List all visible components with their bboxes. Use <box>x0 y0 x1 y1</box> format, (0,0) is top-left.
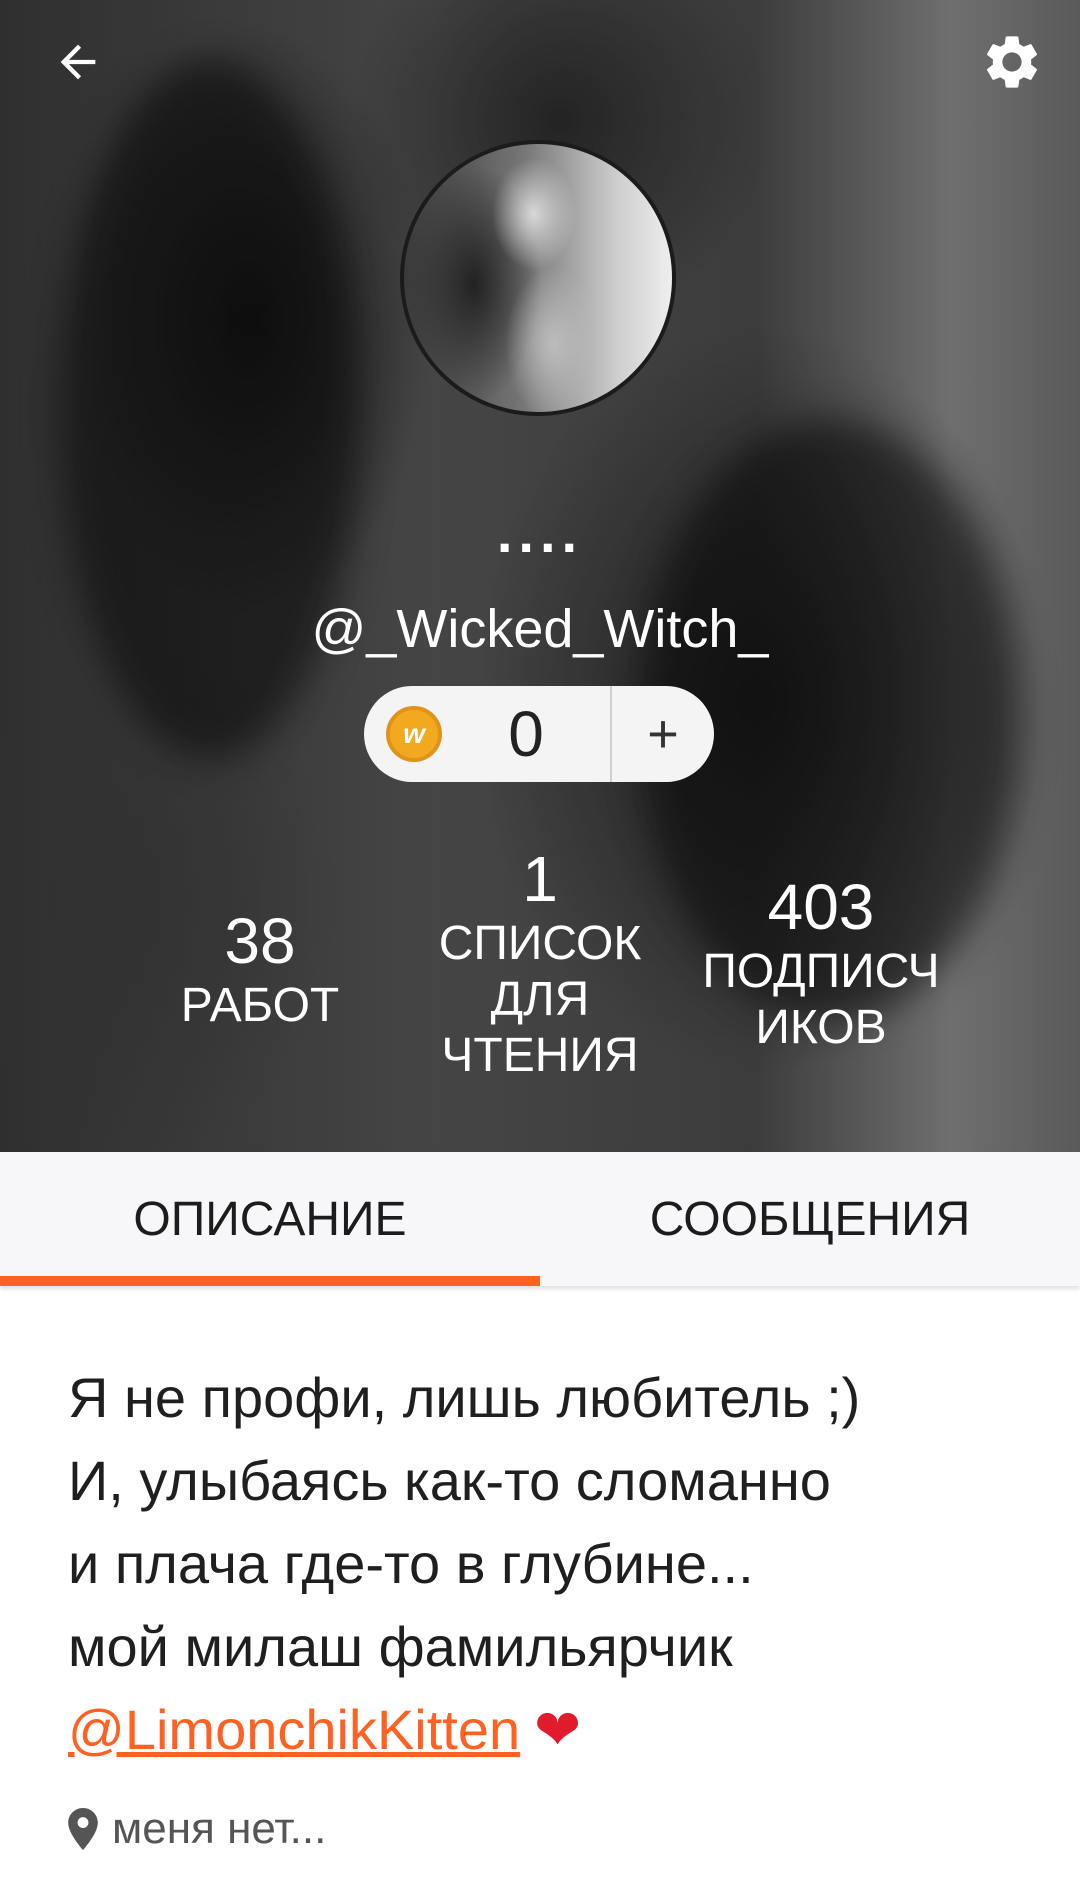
followers-count: 403 <box>767 871 875 943</box>
description-line: И, улыбаясь как-то сломанно <box>68 1449 831 1512</box>
location: меня нет... <box>68 1804 326 1854</box>
reading-lists-count: 1 <box>522 843 558 915</box>
tab-messages[interactable]: СООБЩЕНИЯ <box>540 1152 1080 1286</box>
wattpad-coin-icon: w <box>386 706 442 762</box>
description-line: мой милаш фамильярчик <box>68 1615 733 1678</box>
stat-works[interactable]: 38 РАБОТ <box>150 904 370 1034</box>
gear-icon <box>987 36 1037 88</box>
location-pin-icon <box>68 1808 98 1850</box>
stat-reading-lists[interactable]: 1 СПИСОК ДЛЯ ЧТЕНИЯ <box>420 842 660 1084</box>
description-line: Я не профи, лишь любитель ;) <box>68 1366 861 1429</box>
followers-label-line1: ПОДПИСЧ <box>702 945 940 998</box>
profile-description: Я не профи, лишь любитель ;) И, улыбаясь… <box>68 1356 1028 1771</box>
arrow-left-icon <box>60 44 96 80</box>
display-name: .... <box>496 501 584 564</box>
reading-lists-label-line3: ЧТЕНИЯ <box>441 1029 639 1082</box>
works-label: РАБОТ <box>180 979 340 1032</box>
avatar[interactable] <box>400 140 676 416</box>
description-mention-line: @LimonchikKitten ❤ <box>68 1688 1028 1771</box>
heart-emoji: ❤ <box>534 1698 582 1761</box>
coin-balance: w 0 + <box>364 686 714 782</box>
back-button[interactable] <box>40 24 116 100</box>
reading-lists-label-line2: ДЛЯ <box>490 973 590 1026</box>
description-line: и плача где-то в глубине... <box>68 1532 754 1595</box>
settings-button[interactable] <box>972 22 1052 102</box>
username: @_Wicked_Witch_ <box>311 599 769 659</box>
profile-tabs: ОПИСАНИЕ СООБЩЕНИЯ <box>0 1152 1080 1286</box>
location-text: меня нет... <box>112 1804 327 1853</box>
coin-count: 0 <box>508 698 544 770</box>
mention-link[interactable]: @LimonchikKitten <box>68 1698 520 1761</box>
add-coins-button[interactable]: + <box>612 686 714 782</box>
tab-about[interactable]: ОПИСАНИЕ <box>0 1152 540 1286</box>
reading-lists-label-line1: СПИСОК <box>438 917 642 970</box>
stat-followers[interactable]: 403 ПОДПИСЧ ИКОВ <box>676 870 966 1056</box>
works-count: 38 <box>224 905 296 977</box>
followers-label-line2: ИКОВ <box>755 1001 887 1054</box>
profile-header: .... @_Wicked_Witch_ w 0 + 38 РАБОТ 1 СП… <box>0 0 1080 1152</box>
